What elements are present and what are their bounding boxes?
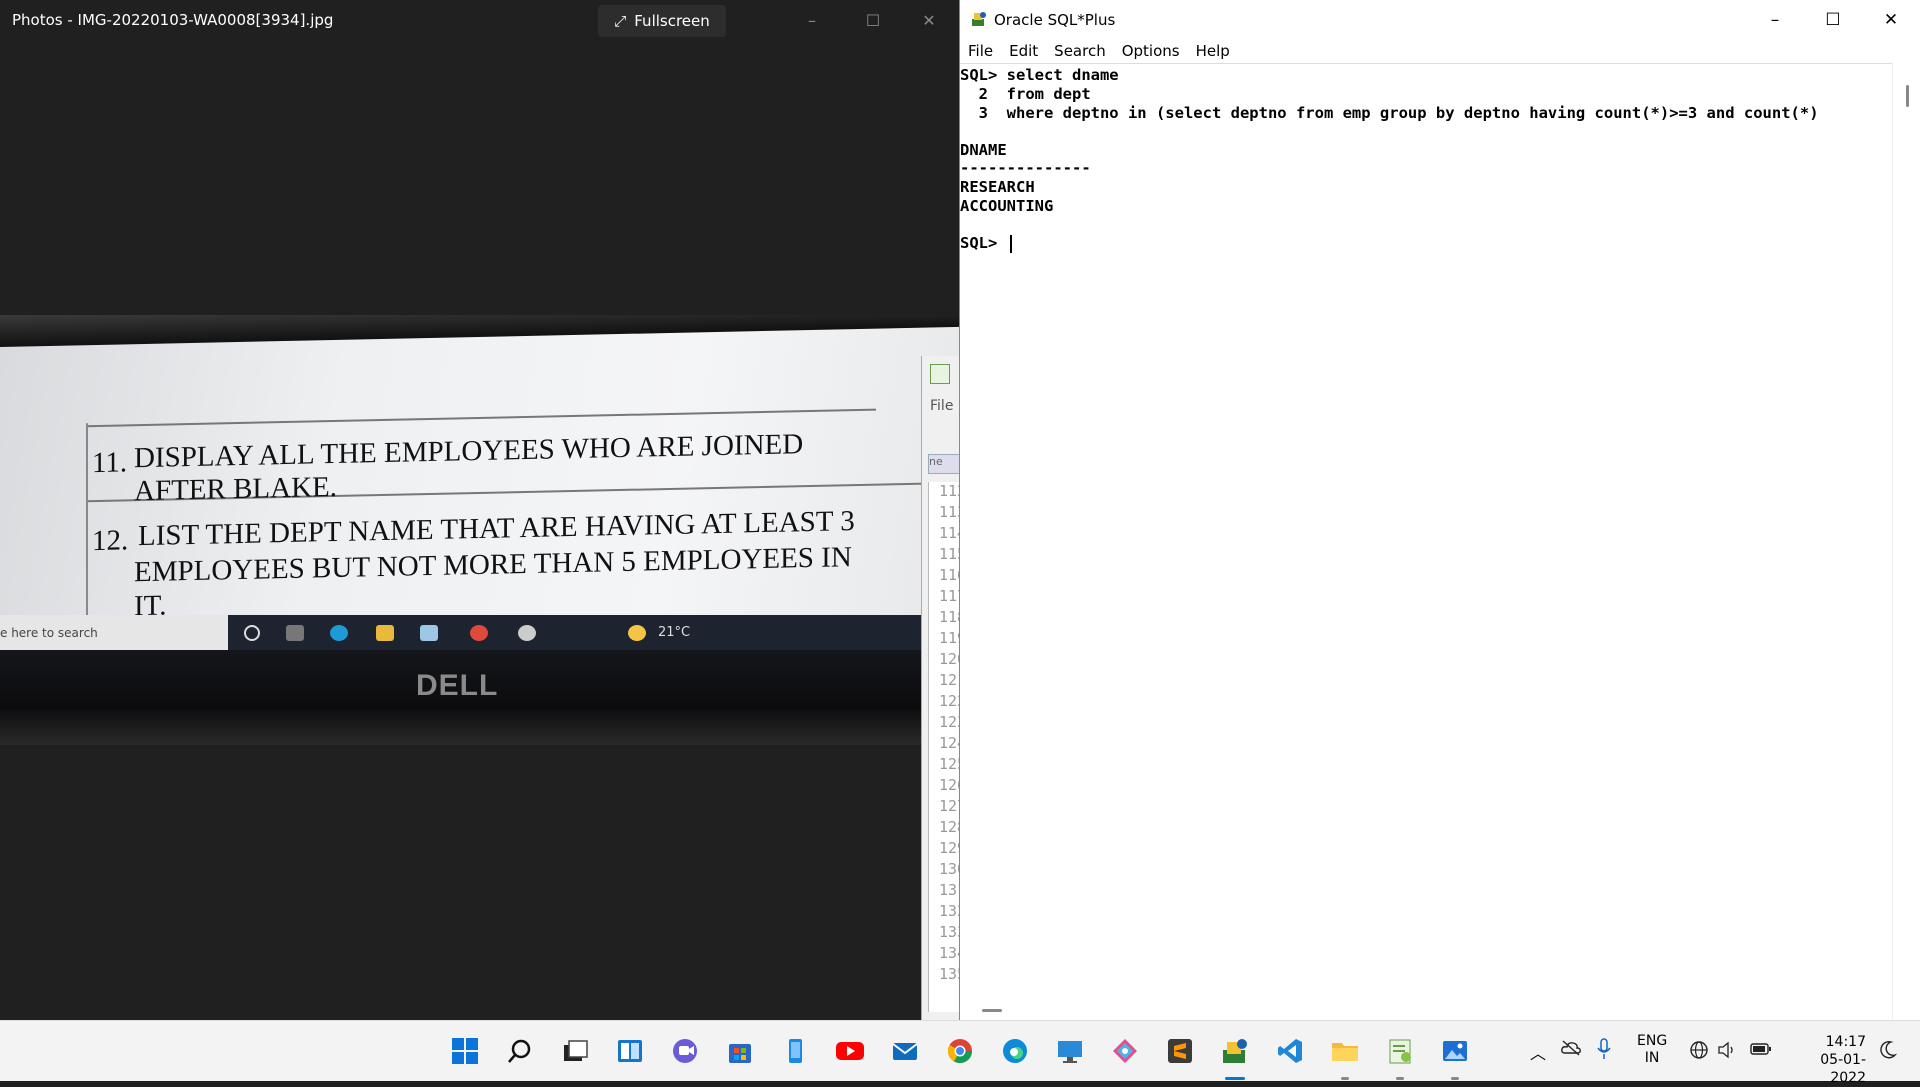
clock-date: 05-01-2022 [1820, 1052, 1866, 1086]
sqlplus-taskbar-icon[interactable] [1219, 1035, 1251, 1067]
console-line: SQL> select dname [960, 66, 1119, 84]
battery-icon[interactable] [1750, 1041, 1772, 1061]
microphone-icon[interactable] [1597, 1038, 1611, 1064]
console-line: RESEARCH [960, 178, 1035, 196]
photo-cortana-icon [244, 625, 260, 641]
menu-search[interactable]: Search [1046, 40, 1114, 62]
photo-table-border [86, 423, 88, 639]
photo-settings-icon [518, 625, 536, 641]
sqlplus-vertical-scrollbar[interactable] [1892, 63, 1920, 1020]
clock[interactable]: 14:17 05-01-2022 [1786, 1033, 1866, 1087]
photo-table-rule [86, 408, 876, 428]
photos-app-icon[interactable] [1439, 1035, 1471, 1067]
git-app-icon[interactable] [1109, 1035, 1141, 1067]
sublime-text-icon[interactable] [1164, 1035, 1196, 1067]
text-cursor [1010, 235, 1012, 253]
sqlplus-console[interactable]: SQL> select dname 2 from dept 3 where de… [960, 63, 1892, 1002]
vertical-scroll-thumb[interactable] [1906, 85, 1909, 107]
notepad-plus-plus-icon[interactable] [1384, 1035, 1416, 1067]
console-line: DNAME [960, 141, 1007, 159]
console-line: 3 where deptno in (select deptno from em… [960, 104, 1819, 122]
photos-minimize-button[interactable]: – [800, 8, 824, 32]
sqlplus-horizontal-scrollbar[interactable] [960, 1000, 1892, 1020]
expand-icon: ⤢ [614, 12, 627, 30]
console-line: ACCOUNTING [960, 197, 1054, 215]
start-icon[interactable] [449, 1035, 481, 1067]
photo-monitor-screen: 11. DISPLAY ALL THE EMPLOYEES WHO ARE JO… [0, 316, 960, 639]
menu-help[interactable]: Help [1188, 40, 1238, 62]
notifications-moon-icon[interactable] [1879, 1040, 1898, 1064]
menu-edit[interactable]: Edit [1001, 40, 1046, 62]
fullscreen-label: Fullscreen [634, 12, 710, 30]
horizontal-scroll-thumb[interactable] [982, 1009, 1002, 1012]
onedrive-offline-icon[interactable] [1560, 1039, 1582, 1061]
menu-options[interactable]: Options [1114, 40, 1188, 62]
vscode-icon[interactable] [1274, 1035, 1306, 1067]
question-12-number: 12. [92, 524, 129, 558]
photos-maximize-button[interactable]: ☐ [861, 8, 885, 32]
store-icon[interactable] [724, 1035, 756, 1067]
photo-taskview-icon [286, 625, 304, 641]
search-icon[interactable] [504, 1035, 536, 1067]
chrome-icon[interactable] [944, 1035, 976, 1067]
chevron-up-icon[interactable]: ︿ [1530, 1040, 1546, 1064]
photo-folder-icon [376, 625, 394, 641]
sqlplus-titlebar: Oracle SQL*Plus – ☐ ✕ [960, 0, 1920, 40]
photos-titlebar: Photos - IMG-20220103-WA0008[3934].jpg ⤢… [0, 0, 960, 42]
file-explorer-icon[interactable] [1329, 1035, 1361, 1067]
notepad-app-icon [930, 364, 950, 384]
photos-window: Photos - IMG-20220103-WA0008[3934].jpg ⤢… [0, 0, 960, 1020]
sqlplus-window: Oracle SQL*Plus – ☐ ✕ File Edit Search O… [959, 0, 1920, 1020]
photo-image: 11. DISPLAY ALL THE EMPLOYEES WHO ARE JO… [0, 315, 960, 745]
fullscreen-button[interactable]: ⤢ Fullscreen [598, 5, 726, 37]
language-region: IN [1644, 1050, 1660, 1066]
sqlplus-app-icon [972, 12, 986, 26]
question-11-number: 11. [92, 446, 128, 480]
photo-edge-icon [330, 625, 348, 641]
network-globe-icon[interactable] [1689, 1040, 1709, 1064]
photo-chrome-icon [470, 625, 488, 641]
console-line: -------------- [960, 159, 1091, 177]
youtube-icon[interactable] [834, 1035, 866, 1067]
sqlplus-maximize-button[interactable]: ☐ [1811, 6, 1855, 34]
remote-desktop-icon[interactable] [1054, 1035, 1086, 1067]
photos-title: Photos - IMG-20220103-WA0008[3934].jpg [12, 11, 334, 29]
volume-icon[interactable] [1717, 1040, 1737, 1064]
sqlplus-menubar: File Edit Search Options Help [960, 40, 1920, 62]
notepad-window[interactable]: File ne 112 113 114 115 116 117 118 119 … [921, 356, 962, 1020]
photos-close-button[interactable]: ✕ [917, 8, 941, 32]
photo-notepad-icon [420, 625, 438, 641]
menu-file[interactable]: File [960, 40, 1001, 62]
language-indicator[interactable]: ENG IN [1637, 1033, 1667, 1067]
task-view-icon[interactable] [559, 1035, 591, 1067]
notepad-tab[interactable]: ne [928, 454, 960, 474]
phone-link-icon[interactable] [779, 1035, 811, 1067]
clock-time: 14:17 [1825, 1034, 1866, 1050]
notepad-file-menu[interactable]: File [930, 398, 953, 414]
language-code: ENG [1637, 1033, 1668, 1049]
question-11-line1: DISPLAY ALL THE EMPLOYEES WHO ARE JOINED [134, 428, 804, 475]
sqlplus-close-button[interactable]: ✕ [1869, 6, 1913, 34]
notepad-line-gutter: 112 113 114 115 116 117 118 119 120 121 … [928, 482, 962, 1012]
console-line: SQL> [960, 234, 1007, 252]
question-11-line2: AFTER BLAKE. [134, 470, 337, 508]
widgets-icon[interactable] [614, 1035, 646, 1067]
photo-search-box: e here to search [0, 615, 228, 651]
teams-chat-icon[interactable] [669, 1035, 701, 1067]
photo-brand-logo: DELL [416, 669, 499, 702]
photo-weather-icon [628, 625, 646, 641]
windows-taskbar: ︿ ENG IN 14:17 05-01-2022 [0, 1020, 1920, 1086]
edge-icon[interactable] [999, 1035, 1031, 1067]
console-line: 2 from dept [960, 85, 1091, 103]
sqlplus-title: Oracle SQL*Plus [994, 11, 1116, 29]
sqlplus-minimize-button[interactable]: – [1753, 6, 1797, 34]
mail-icon[interactable] [889, 1035, 921, 1067]
photo-temperature: 21°C [658, 625, 691, 640]
